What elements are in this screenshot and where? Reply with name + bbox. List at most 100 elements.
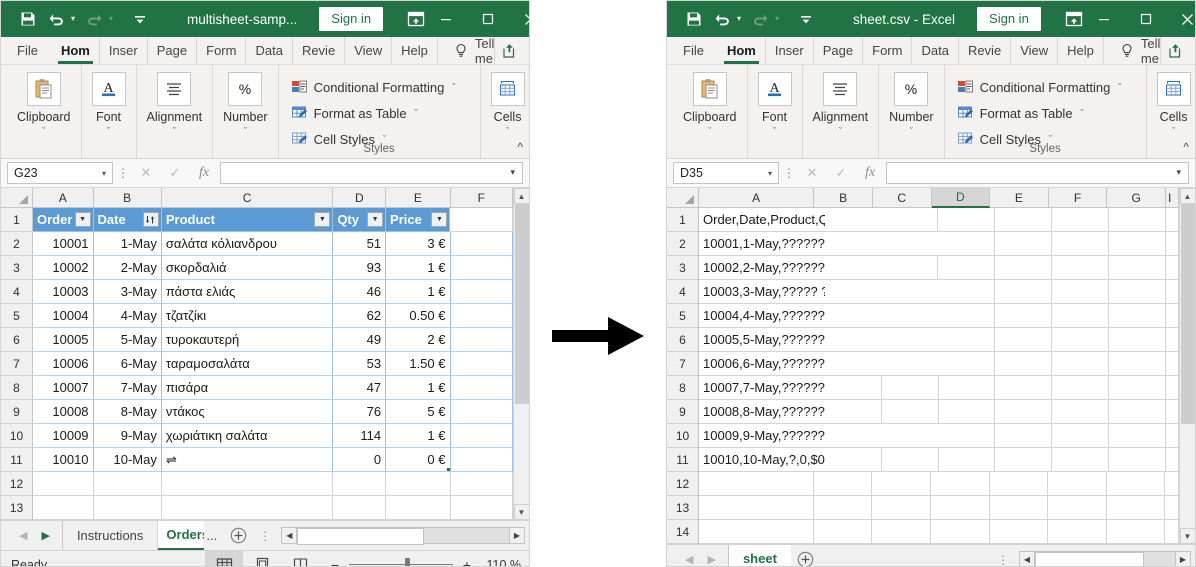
cell-csv-text[interactable]: 10010,10-May,?,0,$0 <box>699 448 825 472</box>
column-header-d[interactable]: D <box>333 188 387 208</box>
cell-empty[interactable] <box>1108 400 1166 424</box>
cell-product[interactable]: ⇌ <box>161 448 334 472</box>
cell-empty[interactable] <box>995 280 1052 304</box>
column-header-c[interactable]: C <box>872 188 932 208</box>
undo-dropdown-caret-icon[interactable]: ▾ <box>733 15 745 23</box>
cell-date[interactable]: 4-May <box>93 304 162 328</box>
cell-product[interactable]: σαλάτα κόλιανδρου <box>161 232 334 256</box>
tab-insert[interactable]: Inser <box>766 37 814 64</box>
font-dropdown-caret-icon[interactable]: ˇ <box>107 126 110 137</box>
ribbon-group-alignment[interactable]: Alignment ˇ <box>137 65 214 158</box>
close-button[interactable] <box>509 2 529 36</box>
cell-empty[interactable] <box>872 496 931 520</box>
redo-dropdown-caret-icon[interactable]: ▾ <box>105 15 117 23</box>
cell-empty[interactable] <box>938 208 996 232</box>
cell-price[interactable]: 0.50 € <box>386 304 451 328</box>
cell-empty[interactable] <box>989 472 1049 496</box>
tell-me-box[interactable]: Tell me <box>1104 36 1160 66</box>
formula-expand-caret-icon[interactable]: ▾ <box>510 167 515 178</box>
cell-date[interactable]: 7-May <box>93 376 162 400</box>
cell-date[interactable]: 8-May <box>93 400 162 424</box>
filter-dropdown-icon-order[interactable]: ▼ <box>74 212 91 227</box>
scroll-right-arrow-icon[interactable]: ▶ <box>509 527 525 544</box>
cell-order[interactable]: 10004 <box>33 304 94 328</box>
cell-csv-text[interactable]: 10005,5-May,??????????,49,$2 <box>699 328 890 352</box>
cell-order[interactable]: 10001 <box>33 232 94 256</box>
cell-empty[interactable] <box>813 496 873 520</box>
cell-empty[interactable] <box>450 376 513 400</box>
cell-csv-text[interactable]: 10003,3-May,????? ?????,46,$1 <box>699 280 894 304</box>
collapse-ribbon-icon[interactable]: ^ <box>517 140 523 154</box>
undo-icon[interactable] <box>43 6 69 32</box>
cell-empty[interactable] <box>699 496 814 520</box>
cell-empty[interactable] <box>1048 472 1107 496</box>
cell-empty[interactable] <box>1106 496 1166 520</box>
cell-empty[interactable] <box>881 208 939 232</box>
filter-dropdown-icon-qty[interactable]: ▼ <box>367 212 384 227</box>
cell-empty[interactable] <box>995 304 1052 328</box>
column-header-b[interactable]: B <box>93 188 162 208</box>
cell-empty[interactable] <box>930 496 990 520</box>
cell-empty[interactable] <box>1165 400 1179 424</box>
table-header-date[interactable]: Date <box>93 208 162 232</box>
tab-page-layout[interactable]: Page <box>814 37 864 64</box>
column-header-a[interactable]: A <box>33 188 94 208</box>
share-icon[interactable] <box>494 37 524 64</box>
cell-empty[interactable] <box>1108 448 1166 472</box>
cell-price[interactable]: 5 € <box>386 400 451 424</box>
row-header[interactable]: 10 <box>1 424 33 448</box>
format-as-table-button[interactable]: Format as Table ˇ <box>957 100 1084 126</box>
column-header-b[interactable]: B <box>814 188 873 208</box>
previous-sheet-arrow-icon[interactable]: ◀ <box>19 529 27 542</box>
conditional-formatting-button[interactable]: Conditional Formatting ˇ <box>291 74 455 100</box>
ribbon-display-options-icon[interactable] <box>407 7 425 31</box>
row-header[interactable]: 7 <box>667 352 699 376</box>
sheet-bar-handle[interactable]: ⋮ <box>991 545 1015 567</box>
cell-date[interactable]: 10-May <box>93 448 162 472</box>
previous-sheet-arrow-icon[interactable]: ◀ <box>685 553 693 566</box>
column-header-h-partial[interactable]: I <box>1165 188 1179 208</box>
clipboard-dropdown-caret-icon[interactable]: ˇ <box>708 126 711 137</box>
cell-empty[interactable] <box>1052 256 1109 280</box>
tab-formulas[interactable]: Form <box>197 37 247 64</box>
sort-filter-icon-date[interactable] <box>142 212 159 227</box>
cell-empty[interactable] <box>1165 304 1179 328</box>
cell-empty[interactable] <box>1052 304 1109 328</box>
cell-empty[interactable] <box>1048 496 1107 520</box>
cell-empty[interactable] <box>995 328 1052 352</box>
cell-product[interactable]: σκορδαλιά <box>161 256 334 280</box>
cell-price[interactable]: 0 € <box>386 448 451 472</box>
cell-empty[interactable] <box>33 472 94 496</box>
filter-dropdown-icon-price[interactable]: ▼ <box>431 212 448 227</box>
page-break-view-icon[interactable] <box>281 551 319 566</box>
tab-file[interactable]: File <box>667 37 718 64</box>
cell-csv-text[interactable]: 10008,8-May,??????,76,$5 <box>699 400 861 424</box>
cell-date[interactable]: 6-May <box>93 352 162 376</box>
cell-empty[interactable] <box>1108 376 1166 400</box>
cell-empty[interactable] <box>813 520 873 544</box>
cell-empty[interactable] <box>450 304 513 328</box>
row-header[interactable]: 3 <box>667 256 699 280</box>
cell-qty[interactable]: 53 <box>333 352 387 376</box>
cell-empty[interactable] <box>881 256 939 280</box>
row-header[interactable]: 2 <box>667 232 699 256</box>
close-button[interactable] <box>1167 2 1195 36</box>
cell-empty[interactable] <box>1165 328 1179 352</box>
tab-review[interactable]: Revie <box>293 37 346 64</box>
redo-icon[interactable] <box>747 6 773 32</box>
add-sheet-button[interactable] <box>223 521 254 550</box>
cell-csv-text[interactable]: 10002,2-May,?????????,93,$1 <box>699 256 883 280</box>
cell-empty[interactable] <box>1165 520 1179 544</box>
collapse-ribbon-icon[interactable]: ^ <box>1183 140 1189 154</box>
table-header-qty[interactable]: Qty ▼ <box>333 208 387 232</box>
font-dropdown-caret-icon[interactable]: ˇ <box>773 126 776 137</box>
cell-qty[interactable]: 76 <box>333 400 387 424</box>
tabstrip-overflow-chevron-icon[interactable]: › <box>1190 37 1195 64</box>
filter-dropdown-icon-product[interactable]: ▼ <box>314 212 331 227</box>
cell-empty[interactable] <box>450 496 513 520</box>
cell-price[interactable]: 1 € <box>386 280 451 304</box>
cell-qty[interactable]: 46 <box>333 280 387 304</box>
conditional-formatting-caret-icon[interactable]: ˇ <box>452 82 455 92</box>
sheet-tab-instructions[interactable]: Instructions <box>62 521 159 550</box>
cell-date[interactable]: 5-May <box>93 328 162 352</box>
